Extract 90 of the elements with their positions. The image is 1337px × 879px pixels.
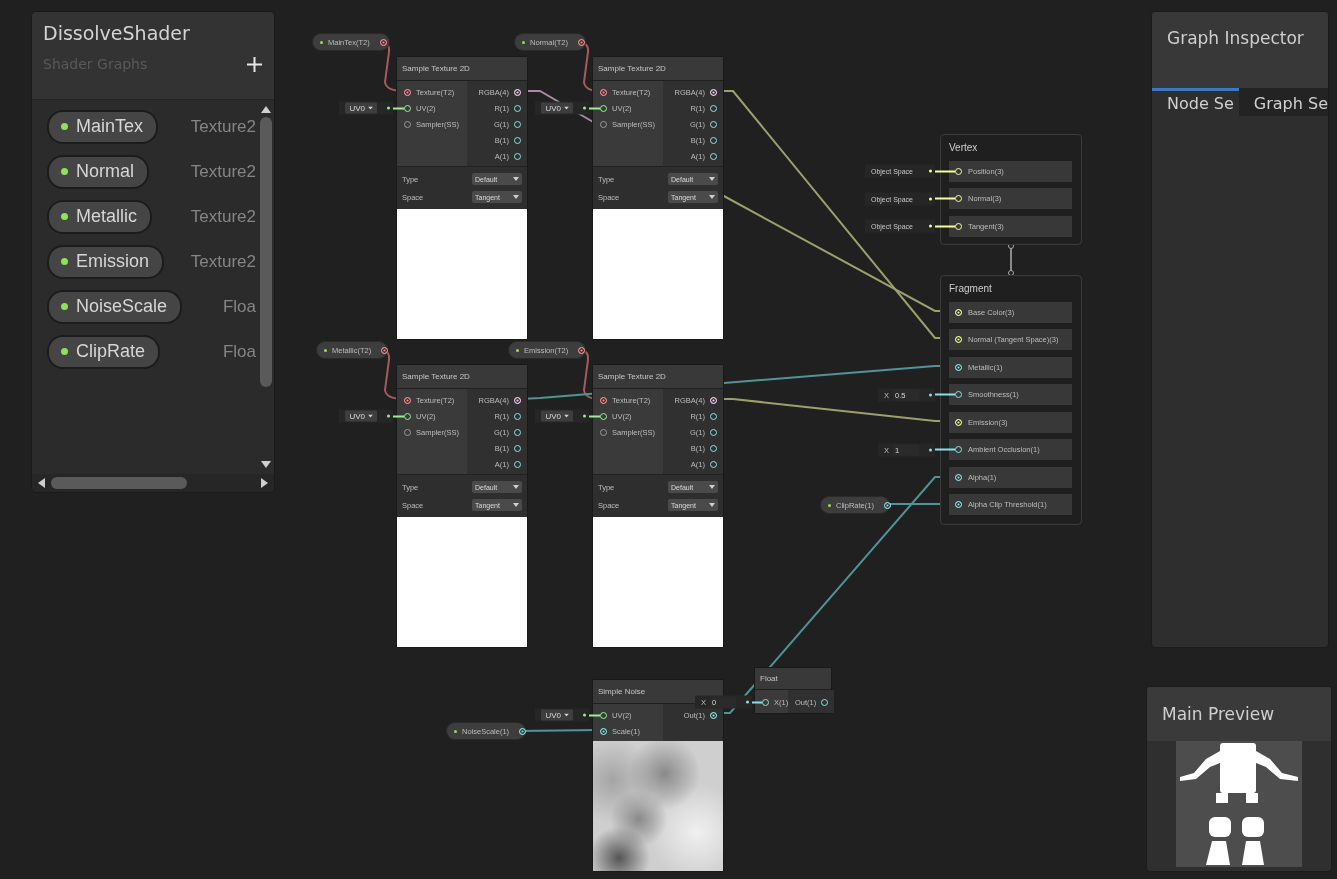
port-icon[interactable] bbox=[600, 88, 607, 96]
port-icon[interactable] bbox=[578, 346, 586, 354]
caret-icon bbox=[513, 485, 519, 489]
connector-dot-icon bbox=[583, 713, 586, 717]
connector-dot-icon bbox=[746, 700, 749, 704]
connector-line bbox=[935, 197, 955, 200]
scroll-left-icon bbox=[38, 478, 45, 488]
exposed-dot-icon bbox=[454, 729, 457, 733]
preview-title: Main Preview bbox=[1147, 687, 1331, 741]
uv-dropdown[interactable]: UV0 bbox=[345, 102, 377, 114]
caret-icon bbox=[709, 195, 715, 199]
default-value-field[interactable]: UV0 bbox=[339, 101, 393, 115]
connector-dot-icon bbox=[387, 106, 390, 110]
connector-line bbox=[935, 170, 955, 172]
uv-dropdown[interactable]: UV0 bbox=[541, 410, 573, 422]
property-pill[interactable]: Normal bbox=[47, 154, 149, 189]
connector-dot-icon bbox=[929, 224, 932, 228]
exposed-dot-icon bbox=[61, 123, 68, 130]
default-value-field[interactable]: UV0 bbox=[535, 708, 589, 722]
exposed-dot-icon bbox=[516, 348, 519, 352]
blackboard-title: DissolveShader bbox=[43, 22, 191, 44]
block-title: Vertex bbox=[949, 140, 979, 154]
connector-dot-icon bbox=[929, 197, 932, 200]
node-title: Float bbox=[755, 668, 831, 690]
uv-dropdown[interactable]: UV0 bbox=[541, 709, 573, 721]
node-title: Sample Texture 2D bbox=[397, 365, 527, 389]
port-icon[interactable] bbox=[710, 711, 717, 719]
default-value-field[interactable]: UV0 bbox=[535, 101, 589, 115]
scroll-up-icon bbox=[261, 106, 271, 113]
port-icon[interactable] bbox=[577, 38, 585, 46]
uv-dropdown[interactable]: UV0 bbox=[541, 102, 573, 114]
caret-icon bbox=[368, 106, 373, 110]
caret-icon bbox=[513, 177, 519, 181]
caret-icon bbox=[709, 485, 715, 489]
exposed-dot-icon bbox=[61, 258, 68, 265]
node-title: Sample Texture 2D bbox=[397, 57, 527, 81]
caret-icon bbox=[709, 503, 715, 507]
scroll-right-icon bbox=[261, 478, 268, 488]
caret-icon bbox=[709, 177, 715, 181]
exposed-dot-icon bbox=[61, 303, 68, 310]
default-value-field[interactable]: UV0 bbox=[339, 409, 393, 423]
property-type: Floa bbox=[221, 341, 256, 362]
port-icon[interactable] bbox=[379, 38, 387, 46]
connector-dot-icon bbox=[929, 393, 932, 396]
connector-line bbox=[935, 225, 955, 227]
property-type: Texture2 bbox=[189, 161, 256, 182]
block-title: Fragment bbox=[949, 281, 993, 295]
exposed-dot-icon bbox=[61, 348, 68, 355]
scroll-down-icon bbox=[261, 461, 271, 468]
connector-dot-icon bbox=[387, 414, 390, 418]
caret-icon bbox=[513, 195, 519, 199]
uv-dropdown[interactable]: UV0 bbox=[345, 410, 377, 422]
caret-icon bbox=[564, 414, 569, 418]
property-type: Texture2 bbox=[189, 206, 256, 227]
connector-dot-icon bbox=[583, 106, 586, 110]
caret-icon bbox=[564, 106, 569, 110]
exposed-dot-icon bbox=[320, 40, 323, 44]
caret-icon bbox=[564, 713, 569, 717]
property-pill[interactable]: MainTex bbox=[47, 109, 159, 144]
property-pill[interactable]: ClipRate bbox=[47, 334, 161, 369]
caret-icon bbox=[513, 503, 519, 507]
connector-dot-icon bbox=[583, 414, 586, 418]
property-type: Texture2 bbox=[189, 116, 256, 137]
node-title: Sample Texture 2D bbox=[593, 57, 723, 81]
connector-line bbox=[935, 393, 955, 396]
exposed-dot-icon bbox=[828, 503, 831, 507]
port-icon[interactable] bbox=[955, 501, 962, 508]
exposed-dot-icon bbox=[61, 168, 68, 175]
inspector-title: Graph Inspector bbox=[1152, 12, 1328, 88]
property-pill[interactable]: NoiseScale bbox=[47, 289, 183, 324]
inspector-tab[interactable]: Graph Se bbox=[1238, 88, 1328, 116]
default-value-field[interactable]: UV0 bbox=[535, 409, 589, 423]
exposed-dot-icon bbox=[522, 40, 525, 44]
property-pill[interactable]: Metallic bbox=[47, 199, 152, 234]
exposed-dot-icon bbox=[324, 348, 327, 352]
scrollbar-thumb[interactable] bbox=[51, 477, 187, 489]
property-type: Floa bbox=[221, 296, 256, 317]
connector-dot-icon bbox=[929, 169, 932, 173]
port-icon[interactable] bbox=[404, 396, 411, 404]
connector-line bbox=[935, 448, 955, 451]
exposed-dot-icon bbox=[61, 213, 68, 220]
port-icon[interactable] bbox=[600, 727, 607, 735]
caret-icon bbox=[368, 414, 373, 418]
add-icon[interactable] bbox=[247, 56, 262, 72]
scrollbar-thumb[interactable] bbox=[260, 117, 272, 387]
node-title: Sample Texture 2D bbox=[593, 365, 723, 389]
port-icon[interactable] bbox=[600, 396, 607, 404]
connector-dot-icon bbox=[929, 448, 932, 451]
property-pill[interactable]: Emission bbox=[47, 244, 165, 279]
property-type: Texture2 bbox=[189, 251, 256, 272]
